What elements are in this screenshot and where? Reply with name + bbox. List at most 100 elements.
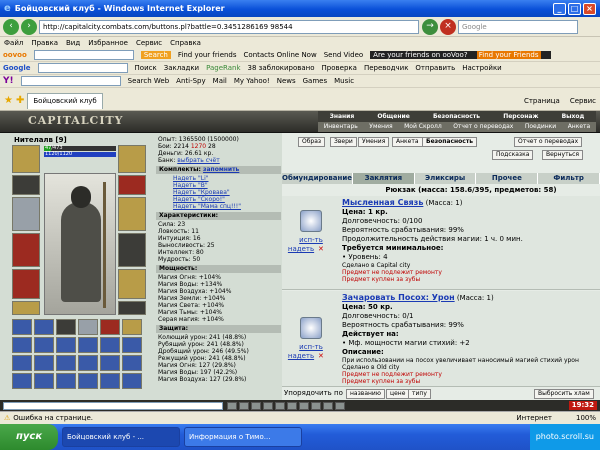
help-icon[interactable] (335, 401, 345, 410)
google-search-button[interactable]: Поиск (135, 64, 157, 72)
games-button[interactable]: Games (303, 77, 328, 85)
delete-icon[interactable]: ✕ (318, 352, 324, 360)
nav-security[interactable]: Безопасность (433, 111, 480, 122)
spell-slot-11[interactable] (100, 337, 120, 353)
promo-banner[interactable]: Are your friends on ooVoo? Find your Fri… (370, 51, 551, 59)
spell-slot-22[interactable] (78, 373, 98, 389)
menu-tools[interactable]: Сервис (136, 39, 162, 47)
set-4[interactable]: Надеть "Скоро!" (173, 196, 225, 203)
spell-slot-13[interactable] (12, 355, 32, 371)
sort-by-price-button[interactable]: цене (386, 389, 410, 399)
maximize-button[interactable]: □ (568, 2, 581, 15)
btn-profile[interactable]: Анкета (392, 137, 423, 147)
item-use-link[interactable]: исп-ть (286, 343, 336, 351)
map-icon[interactable] (311, 401, 321, 410)
delete-icon[interactable]: ✕ (318, 245, 324, 253)
shield-slot[interactable] (118, 197, 146, 231)
spell-slot-15[interactable] (56, 355, 76, 371)
taskbar-item-combats[interactable]: Бойцовский клуб - ... (62, 427, 180, 447)
spell-slot-9[interactable] (56, 337, 76, 353)
stop-icon[interactable]: × (440, 18, 456, 35)
mind-link-scroll-icon[interactable] (300, 210, 322, 232)
sort-by-name-button[interactable]: названию (346, 389, 385, 399)
subnav-battles[interactable]: Поединки (525, 122, 556, 132)
promo-link[interactable]: Find your Friends (476, 51, 541, 59)
popup-blocked[interactable]: 38 заблокировано (248, 64, 315, 72)
spell-slot-6[interactable] (122, 319, 142, 335)
battle-icon[interactable] (323, 401, 333, 410)
spell-slot-10[interactable] (78, 337, 98, 353)
sets-remember-link[interactable]: запомнить (203, 166, 239, 173)
smile-icon[interactable] (227, 401, 237, 410)
spell-slot-20[interactable] (34, 373, 54, 389)
spell-slot-21[interactable] (56, 373, 76, 389)
menu-view[interactable]: Вид (66, 39, 80, 47)
subnav-skills[interactable]: Умения (369, 122, 392, 132)
btn-security[interactable]: Безопасность (422, 137, 478, 147)
google-settings-button[interactable]: Настройки (462, 64, 502, 72)
spell-slot-18[interactable] (122, 355, 142, 371)
item-name[interactable]: Мысленная Связь (342, 198, 423, 207)
menu-edit[interactable]: Правка (31, 39, 58, 47)
btn-image[interactable]: Образ (298, 137, 326, 147)
tab-elixirs[interactable]: Эликсиры (415, 173, 477, 184)
spell-slot-5[interactable] (100, 319, 120, 335)
contacts-link[interactable]: Contacts Online Now (244, 51, 317, 59)
boots-slot[interactable] (118, 269, 146, 299)
tab-combats[interactable]: Бойцовский клуб (27, 92, 103, 109)
news-button[interactable]: News (277, 77, 296, 85)
spell-slot-23[interactable] (100, 373, 120, 389)
set-5[interactable]: Надеть "Мама спц!!!" (173, 203, 241, 210)
minimize-button[interactable]: _ (553, 2, 566, 15)
spell-slot-8[interactable] (34, 337, 54, 353)
staff-enchant-scroll-icon[interactable] (300, 317, 322, 339)
send-video-link[interactable]: Send Video (324, 51, 363, 59)
clear-chat-icon[interactable] (251, 401, 261, 410)
tab-spells[interactable]: Заклятия (352, 173, 415, 184)
nav-knowledge[interactable]: Знания (330, 111, 355, 122)
favorites-star-icon[interactable]: ★ (4, 95, 13, 106)
menu-favorites[interactable]: Избранное (88, 39, 128, 47)
spell-slot-2[interactable] (34, 319, 54, 335)
menu-help[interactable]: Справка (170, 39, 201, 47)
btn-pets[interactable]: Звери (330, 137, 357, 147)
menu-file[interactable]: Файл (4, 39, 23, 47)
friends-icon[interactable] (299, 401, 309, 410)
send-button[interactable]: Отправить (415, 64, 455, 72)
ring-slot[interactable] (118, 175, 146, 195)
item-wear-link[interactable]: надеть (286, 245, 316, 253)
spell-slot-16[interactable] (78, 355, 98, 371)
chat-filter-icon[interactable] (239, 401, 249, 410)
bank-select-link[interactable]: выбрать счёт (177, 157, 219, 164)
oovoo-search-input[interactable] (33, 50, 134, 60)
btn-hint[interactable]: Подсказка (492, 150, 534, 160)
btn-skills[interactable]: Умения (358, 137, 390, 147)
item-name[interactable]: Зачаровать Посох: Урон (342, 293, 455, 302)
btn-transfers[interactable]: Отчет о переводах (514, 137, 583, 147)
bracelet-slot[interactable] (12, 301, 40, 315)
spell-slot-24[interactable] (122, 373, 142, 389)
gloves-slot[interactable] (118, 233, 146, 267)
helmet-slot[interactable] (12, 145, 40, 173)
yahoo-search-input[interactable] (20, 76, 121, 86)
music-button[interactable]: Music (334, 77, 354, 85)
subnav-inventory[interactable]: Инвентарь (324, 122, 358, 132)
nav-chat[interactable]: Общение (377, 111, 409, 122)
google-search-input[interactable] (37, 63, 128, 73)
translator-button[interactable]: Переводчик (364, 64, 408, 72)
btn-return[interactable]: Вернуться (542, 150, 584, 160)
set-2[interactable]: Надеть "В" (173, 182, 208, 189)
zoom-level[interactable]: 100% (576, 414, 596, 422)
chat-settings-icon[interactable] (287, 401, 297, 410)
sort-by-type-button[interactable]: типу (408, 389, 431, 399)
spell-slot-14[interactable] (34, 355, 54, 371)
spell-slot-7[interactable] (12, 337, 32, 353)
armor-slot[interactable] (12, 233, 40, 267)
bookmarks-button[interactable]: Закладки (164, 64, 199, 72)
service-menu[interactable]: Сервис (570, 97, 596, 105)
discard-junk-button[interactable]: Выбросить хлам (534, 389, 594, 399)
oovoo-search-button[interactable]: Search (140, 51, 171, 59)
tab-equipment[interactable]: Обмундирование (282, 173, 353, 184)
taskbar-item-info[interactable]: Информация о Тимо... (184, 427, 302, 447)
translit-icon[interactable] (263, 401, 273, 410)
